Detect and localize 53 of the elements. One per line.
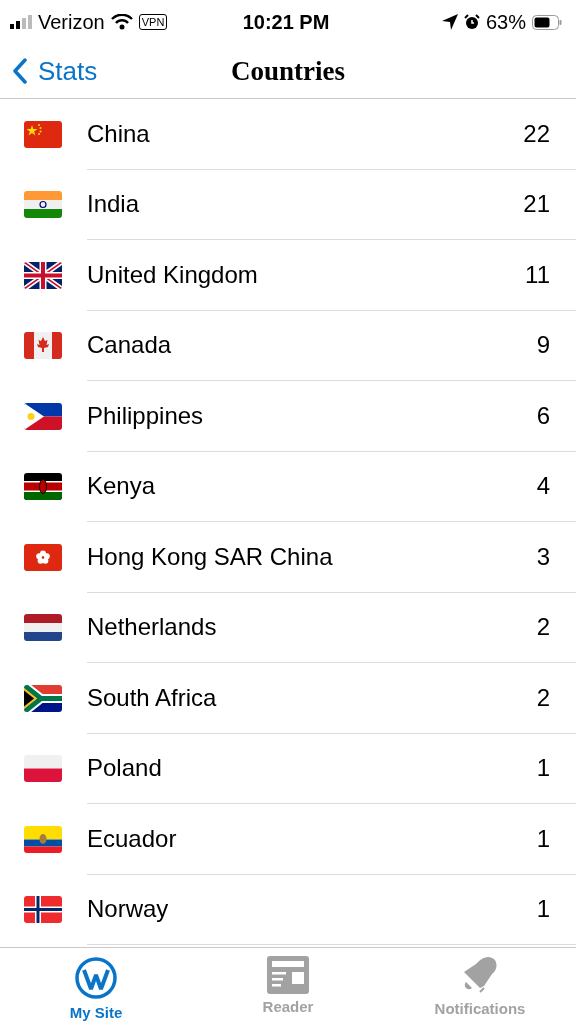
carrier-name: Verizon [38, 10, 105, 34]
tab-bar-item[interactable]: My Site [0, 948, 192, 1024]
chevron-left-icon [12, 58, 28, 84]
flag-icon [24, 473, 62, 501]
visit-count: 22 [523, 119, 550, 148]
battery-percentage: 63% [485, 10, 526, 34]
vpn-indicator: VPN [138, 14, 168, 30]
signal-icon [10, 15, 32, 29]
flag-icon [24, 755, 62, 783]
country-name: Poland [87, 754, 163, 783]
visit-count: 11 [525, 260, 550, 289]
country-name: Norway [87, 895, 170, 924]
country-name: Canada [87, 331, 173, 360]
flag-icon [24, 825, 62, 853]
visit-count: 3 [536, 542, 550, 571]
country-name: India [87, 190, 141, 219]
visit-count: 9 [536, 331, 550, 360]
wifi-icon [110, 14, 133, 30]
tab-bar-item[interactable]: Notifications [384, 948, 576, 1024]
flag-icon [24, 614, 62, 642]
country-name: Hong Kong SAR China [87, 542, 334, 571]
country-name: Ecuador [87, 824, 178, 853]
visit-count: 1 [536, 895, 550, 924]
country-name: United Kingdom [87, 260, 259, 289]
flag-icon [24, 543, 62, 571]
country-name: China [87, 119, 151, 148]
flag-icon [24, 402, 62, 430]
flag-icon [24, 120, 62, 148]
page-title: Countries [231, 55, 345, 87]
newspaper-icon [267, 956, 309, 994]
country-name: Netherlands [87, 613, 218, 642]
clock-time: 10:21 PM [242, 10, 330, 34]
location-arrow-icon [441, 14, 458, 30]
country-name: South Africa [87, 683, 218, 712]
flag-icon [24, 191, 62, 219]
country-name: Philippines [87, 401, 205, 430]
visit-count: 1 [536, 824, 550, 853]
flag-icon [24, 261, 62, 289]
wordpress-logo-icon [74, 956, 118, 1000]
country-name: Kenya [87, 472, 157, 501]
visit-count: 21 [523, 190, 550, 219]
flag-icon [24, 896, 62, 924]
back-button[interactable]: Stats [0, 55, 98, 87]
visit-count: 2 [536, 683, 550, 712]
alarm-clock-icon [463, 14, 480, 30]
visit-count: 1 [536, 754, 550, 783]
visit-count: 2 [536, 613, 550, 642]
battery-icon [532, 14, 562, 30]
flag-icon [24, 684, 62, 712]
tab-bar-item[interactable]: Reader [192, 948, 384, 1024]
flag-icon [24, 332, 62, 360]
visit-count: 4 [536, 472, 550, 501]
visit-count: 6 [536, 401, 550, 430]
